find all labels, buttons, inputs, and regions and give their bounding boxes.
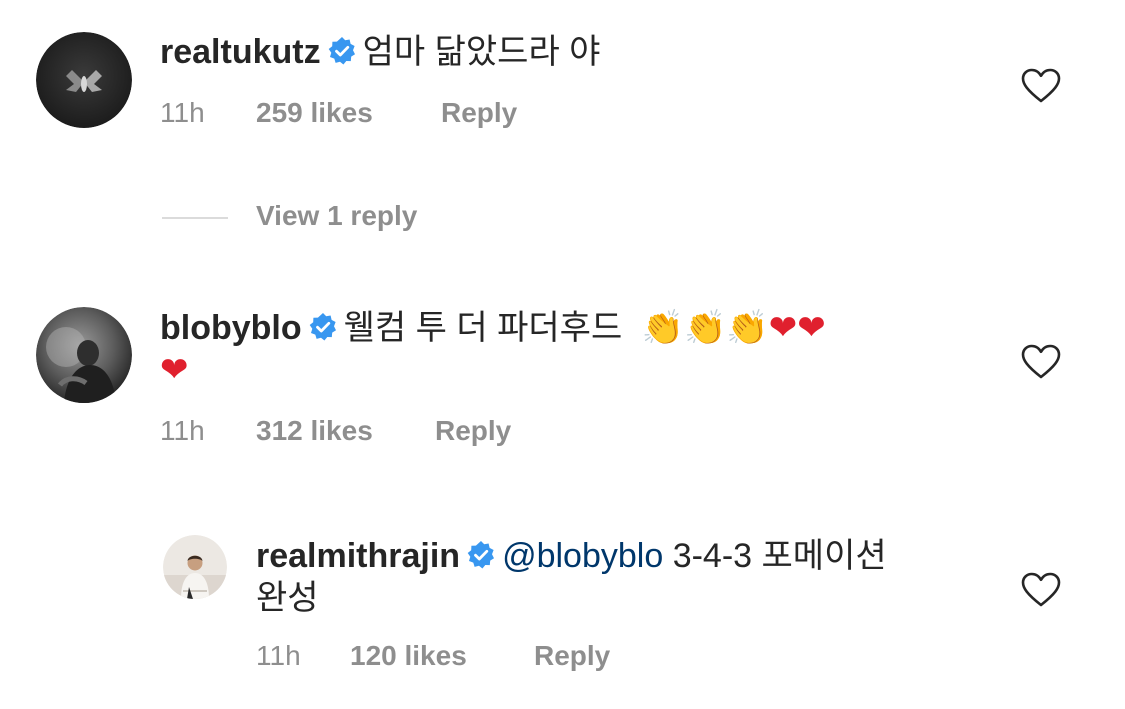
- red-heart-emoji: ❤: [768, 308, 798, 348]
- verified-badge-icon: [466, 540, 496, 570]
- view-replies-label: View 1 reply: [256, 200, 418, 231]
- red-heart-emoji: ❤: [797, 308, 826, 348]
- comment-body: realtukutz 엄마 닮았드라 야: [160, 31, 990, 73]
- comment-text: 웰컴 투 더 파더후드: [343, 309, 623, 347]
- reply-button[interactable]: Reply: [435, 415, 511, 447]
- thread-line: [162, 217, 228, 219]
- reply-body: realmithrajin @blobyblo 3-4-3 포메이션 완성: [256, 535, 976, 619]
- comment-meta: 11h 312 likes Reply: [160, 415, 660, 451]
- avatar[interactable]: [163, 535, 227, 599]
- reply-text: 3-4-3 포메이션: [672, 537, 887, 575]
- clapping-hands-emoji: 👏: [726, 308, 769, 348]
- verified-badge-icon: [308, 312, 338, 342]
- avatar[interactable]: [36, 307, 132, 403]
- reply-meta: 11h 120 likes Reply: [256, 640, 756, 676]
- reply-button[interactable]: Reply: [441, 97, 517, 129]
- comment-time[interactable]: 11h: [160, 97, 205, 129]
- heart-outline-icon[interactable]: [1021, 572, 1061, 608]
- heart-outline-icon[interactable]: [1021, 344, 1061, 380]
- comment-likes[interactable]: 259 likes: [256, 97, 373, 129]
- mention-link[interactable]: @blobyblo: [502, 537, 663, 575]
- comment-body: blobyblo 웰컴 투 더 파더후드 👏👏👏❤❤ ❤: [160, 307, 990, 391]
- reply-text-continued: 완성: [256, 579, 319, 617]
- comment-username[interactable]: blobyblo: [160, 309, 302, 347]
- reply-likes[interactable]: 120 likes: [350, 640, 467, 672]
- reply-button[interactable]: Reply: [534, 640, 610, 672]
- clapping-hands-emoji: 👏: [641, 308, 685, 348]
- reply-username[interactable]: realmithrajin: [256, 537, 460, 575]
- avatar[interactable]: [36, 32, 132, 128]
- reply-time[interactable]: 11h: [256, 640, 301, 672]
- clapping-hands-emoji: 👏: [684, 308, 727, 348]
- heart-outline-icon[interactable]: [1021, 68, 1061, 104]
- comment-username[interactable]: realtukutz: [160, 33, 321, 71]
- red-heart-emoji: ❤: [160, 350, 189, 390]
- comment-time[interactable]: 11h: [160, 415, 205, 447]
- verified-badge-icon: [327, 36, 357, 66]
- comment-meta: 11h 259 likes Reply: [160, 97, 660, 133]
- comment-text: 엄마 닮았드라 야: [362, 33, 601, 71]
- comment-likes[interactable]: 312 likes: [256, 415, 373, 447]
